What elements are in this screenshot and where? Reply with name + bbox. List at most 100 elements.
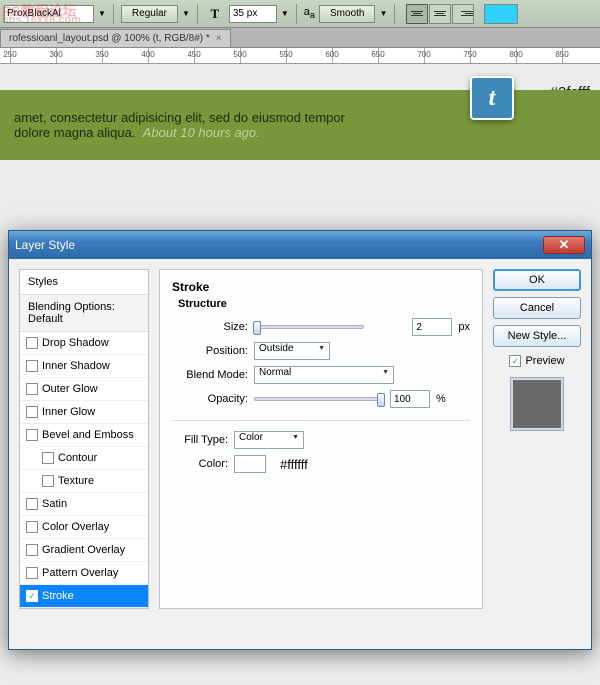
style-item-texture[interactable]: Texture — [20, 470, 148, 493]
tab-label: rofessioanl_layout.psd @ 100% (t, RGB/8#… — [9, 33, 210, 44]
stroke-color-swatch[interactable] — [234, 455, 266, 473]
style-checkbox[interactable] — [26, 544, 38, 556]
style-item-label: Color Overlay — [42, 521, 109, 533]
style-item-color-overlay[interactable]: Color Overlay — [20, 516, 148, 539]
font-weight-select[interactable]: Regular — [121, 5, 178, 23]
document-tab-row: rofessioanl_layout.psd @ 100% (t, RGB/8#… — [0, 28, 600, 48]
canvas-area: #2fcfff t amet, consectetur adipisicing … — [0, 64, 600, 204]
twitter-badge[interactable]: t — [470, 76, 514, 120]
panel-title: Stroke — [172, 280, 470, 294]
opacity-label: Opacity: — [172, 393, 248, 405]
align-left-button[interactable] — [406, 4, 428, 24]
styles-header[interactable]: Styles — [20, 270, 148, 295]
style-item-inner-shadow[interactable]: Inner Shadow — [20, 355, 148, 378]
size-label: Size: — [172, 321, 248, 333]
ruler-tick-label: 450 — [187, 50, 200, 59]
preview-swatch — [510, 377, 564, 431]
size-unit: px — [458, 321, 470, 333]
blend-mode-select[interactable]: Normal — [254, 366, 394, 384]
dropdown-icon[interactable]: ▼ — [379, 9, 387, 18]
blending-options-item[interactable]: Blending Options: Default — [20, 295, 148, 332]
size-slider[interactable] — [254, 325, 364, 329]
ruler-tick-label: 400 — [141, 50, 154, 59]
ok-button[interactable]: OK — [493, 269, 581, 291]
dropdown-icon[interactable]: ▼ — [98, 9, 106, 18]
style-checkbox[interactable] — [26, 521, 38, 533]
style-item-label: Stroke — [42, 590, 74, 602]
size-input[interactable] — [412, 318, 452, 336]
align-center-button[interactable] — [429, 4, 451, 24]
cancel-button[interactable]: Cancel — [493, 297, 581, 319]
style-item-pattern-overlay[interactable]: Pattern Overlay — [20, 562, 148, 585]
opacity-input[interactable] — [390, 390, 430, 408]
antialias-select[interactable]: Smooth — [319, 5, 375, 23]
blend-mode-label: Blend Mode: — [172, 369, 248, 381]
style-item-label: Bevel and Emboss — [42, 429, 134, 441]
preview-toggle[interactable]: ✓ Preview — [493, 355, 581, 367]
style-checkbox[interactable] — [26, 406, 38, 418]
style-checkbox[interactable] — [26, 498, 38, 510]
stroke-panel: Stroke Structure Size: px Position: Outs… — [159, 269, 483, 609]
style-item-bevel-and-emboss[interactable]: Bevel and Emboss — [20, 424, 148, 447]
ruler-tick-label: 500 — [233, 50, 246, 59]
options-bar: ▼ Regular ▼ T ▼ aa Smooth ▼ — [0, 0, 600, 28]
style-item-label: Gradient Overlay — [42, 544, 125, 556]
font-size-input[interactable] — [229, 5, 277, 23]
dropdown-icon[interactable]: ▼ — [182, 9, 190, 18]
dialog-buttons: OK Cancel New Style... ✓ Preview — [493, 269, 581, 609]
align-right-button[interactable] — [452, 4, 474, 24]
style-checkbox[interactable] — [26, 567, 38, 579]
preview-label: Preview — [525, 355, 564, 367]
preview-checkbox[interactable]: ✓ — [509, 355, 521, 367]
style-checkbox[interactable] — [26, 360, 38, 372]
separator-icon — [197, 4, 198, 24]
dialog-titlebar[interactable]: Layer Style ✕ — [9, 231, 591, 259]
twitter-icon: t — [489, 85, 496, 112]
fill-type-select[interactable]: Color — [234, 431, 304, 449]
style-checkbox[interactable] — [26, 429, 38, 441]
style-checkbox[interactable] — [42, 452, 54, 464]
opacity-slider[interactable] — [254, 397, 384, 401]
style-item-gradient-overlay[interactable]: Gradient Overlay — [20, 539, 148, 562]
style-item-outer-glow[interactable]: Outer Glow — [20, 378, 148, 401]
close-dialog-button[interactable]: ✕ — [543, 236, 585, 254]
style-checkbox[interactable] — [42, 475, 54, 487]
color-label: Color: — [172, 458, 228, 470]
style-item-label: Inner Glow — [42, 406, 95, 418]
style-checkbox[interactable]: ✓ — [26, 590, 38, 602]
antialias-icon: aa — [304, 6, 315, 20]
separator-icon — [394, 4, 395, 24]
ruler-tick-label: 300 — [49, 50, 62, 59]
dialog-title: Layer Style — [15, 238, 543, 252]
font-family-select[interactable] — [4, 5, 94, 23]
position-select[interactable]: Outside — [254, 342, 330, 360]
ruler-tick-label: 550 — [279, 50, 292, 59]
divider — [172, 420, 470, 421]
text-line-2: dolore magna aliqua. About 10 hours ago. — [14, 125, 586, 140]
style-item-label: Texture — [58, 475, 94, 487]
ruler-tick-label: 800 — [509, 50, 522, 59]
separator-icon — [113, 4, 114, 24]
style-item-label: Inner Shadow — [42, 360, 110, 372]
time-ago: About 10 hours ago. — [143, 125, 260, 140]
new-style-button[interactable]: New Style... — [493, 325, 581, 347]
text-align-group — [406, 4, 474, 24]
text-color-swatch[interactable] — [484, 4, 518, 24]
style-item-inner-glow[interactable]: Inner Glow — [20, 401, 148, 424]
style-item-drop-shadow[interactable]: Drop Shadow — [20, 332, 148, 355]
color-hex-annotation: #ffffff — [280, 457, 308, 472]
close-tab-icon[interactable]: × — [216, 33, 222, 44]
style-checkbox[interactable] — [26, 337, 38, 349]
opacity-unit: % — [436, 393, 446, 405]
layer-style-dialog: Layer Style ✕ Styles Blending Options: D… — [8, 230, 592, 650]
separator-icon — [296, 4, 297, 24]
style-item-stroke[interactable]: ✓ Stroke — [20, 585, 148, 608]
dropdown-icon[interactable]: ▼ — [281, 9, 289, 18]
style-item-contour[interactable]: Contour — [20, 447, 148, 470]
fill-type-label: Fill Type: — [172, 434, 228, 446]
document-tab[interactable]: rofessioanl_layout.psd @ 100% (t, RGB/8#… — [0, 29, 231, 47]
style-item-satin[interactable]: Satin — [20, 493, 148, 516]
style-checkbox[interactable] — [26, 383, 38, 395]
style-item-label: Pattern Overlay — [42, 567, 118, 579]
ruler-tick-label: 750 — [463, 50, 476, 59]
